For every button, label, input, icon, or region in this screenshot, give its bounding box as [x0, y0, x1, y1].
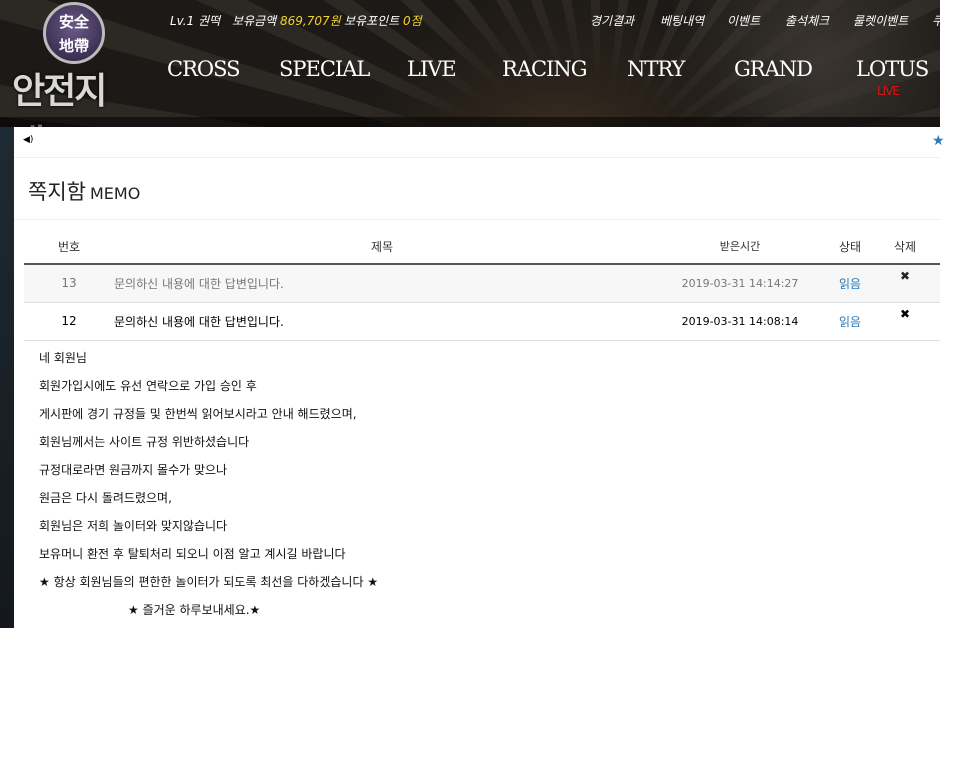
star-icon[interactable]: ★: [932, 133, 945, 149]
message-line: 회원님께서는 사이트 규정 위반하셨습니다: [39, 435, 250, 449]
speaker-icon[interactable]: ◀): [23, 135, 33, 145]
row-time: 2019-03-31 14:08:14: [650, 302, 830, 341]
delete-icon[interactable]: ✖: [870, 302, 940, 341]
user-level: Lv.1 권떡: [170, 14, 221, 28]
link-bet-history[interactable]: 베팅내역: [660, 12, 704, 29]
table-row[interactable]: 12 문의하신 내용에 대한 답변입니다. 2019-03-31 14:08:1…: [24, 302, 940, 341]
nav-special[interactable]: SPECIAL: [279, 57, 370, 81]
message-line: 게시판에 경기 규정들 및 한번씩 읽어보시라고 안내 해드렸으며,: [39, 407, 357, 421]
link-roulette[interactable]: 룰렛이벤트: [853, 12, 908, 29]
memo-table: 번호 제목 받은시간 상태 삭제 13 문의하신 내용에 대한 답변입니다. 2…: [24, 229, 940, 341]
notice-bar: ◀) ★: [14, 127, 945, 158]
col-delete: 삭제: [870, 229, 940, 265]
title-text: 쪽지함: [28, 180, 86, 204]
message-line: 네 회원님: [39, 351, 87, 365]
money-label: 보유금액: [232, 14, 277, 28]
user-money: 보유금액 869,707원: [232, 12, 341, 29]
site-logo[interactable]: 安全地帶 안전지대: [12, 2, 136, 164]
nav-ntry[interactable]: NTRY: [627, 57, 685, 81]
lotus-live-badge: LIVE: [877, 84, 900, 98]
emblem-text: 地帶: [58, 37, 89, 55]
link-results[interactable]: 경기결과: [590, 12, 634, 29]
nav-grand[interactable]: GRAND: [734, 57, 813, 81]
page-title: 쪽지함 MEMO: [14, 158, 940, 220]
title-subtitle: MEMO: [89, 184, 141, 203]
message-line: 보유머니 환전 후 탈퇴처리 되오니 이점 알고 계시길 바랍니다: [39, 547, 346, 561]
table-row[interactable]: 13 문의하신 내용에 대한 답변입니다. 2019-03-31 14:14:2…: [24, 264, 940, 303]
nav-live[interactable]: LIVE: [407, 57, 457, 81]
col-received-time: 받은시간: [650, 229, 830, 265]
point-value: 0점: [403, 14, 422, 28]
emblem-text: 安全: [58, 13, 89, 31]
nav-cross[interactable]: CROSS: [167, 57, 240, 81]
message-line: ★ 즐거운 하루보내세요.★: [128, 603, 261, 617]
row-status: 읽음: [830, 302, 870, 341]
message-line: 회원님은 저희 놀이터와 맞지않습니다: [39, 519, 228, 533]
link-coupon[interactable]: 쿠: [932, 12, 943, 29]
site-header: 安全地帶 안전지대 Lv.1 권떡 보유금액 869,707원 보유포인트 0점…: [0, 0, 943, 164]
money-value: 869,707원: [280, 14, 341, 28]
link-attendance[interactable]: 출석체크: [785, 12, 829, 29]
message-body: 네 회원님 회원가입시에도 유선 연락으로 가입 승인 후 게시판에 경기 규정…: [39, 351, 378, 631]
row-number: 13: [24, 264, 114, 303]
col-subject: 제목: [114, 229, 650, 265]
logo-emblem: 安全 地帶: [43, 2, 105, 64]
row-time: 2019-03-31 14:14:27: [650, 264, 830, 303]
message-line: 원금은 다시 돌려드렸으며,: [39, 491, 172, 505]
col-status: 상태: [830, 229, 870, 265]
message-line: 규정대로라면 원금까지 몰수가 맞으나: [39, 463, 228, 477]
col-number: 번호: [24, 229, 114, 265]
message-line: ★ 항상 회원님들의 편한한 놀이터가 되도록 최선을 다하겠습니다 ★: [39, 575, 379, 589]
row-subject-link[interactable]: 문의하신 내용에 대한 답변입니다.: [114, 264, 650, 303]
nav-lotus[interactable]: LOTUS: [856, 57, 929, 81]
row-number: 12: [24, 302, 114, 341]
user-points: 보유포인트 0점: [344, 12, 422, 29]
nav-racing[interactable]: RACING: [502, 57, 587, 81]
memo-panel: ◀) ★ 쪽지함 MEMO 번호 제목 받은시간 상태 삭제 13 문의하신 내용…: [14, 127, 945, 631]
link-events[interactable]: 이벤트: [727, 12, 760, 29]
page-background: [0, 127, 14, 628]
point-label: 보유포인트: [344, 14, 400, 28]
row-status: 읽음: [830, 264, 870, 303]
row-subject-link[interactable]: 문의하신 내용에 대한 답변입니다.: [114, 302, 650, 341]
message-line: 회원가입시에도 유선 연락으로 가입 승인 후: [39, 379, 257, 393]
delete-icon[interactable]: ✖: [870, 264, 940, 303]
